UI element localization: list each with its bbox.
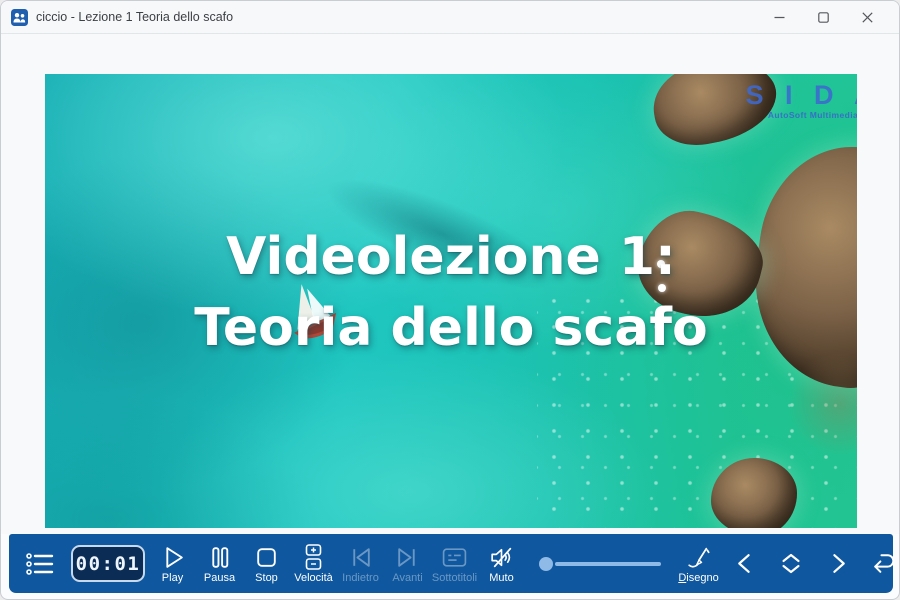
subtitles-icon	[441, 544, 468, 571]
expand-collapse-button[interactable]	[768, 550, 814, 577]
forward-button[interactable]: Avanti	[384, 542, 431, 586]
content-area: S I D A AutoSoft Multimedia Videolezione…	[1, 34, 899, 534]
back-label: Indietro	[342, 572, 379, 584]
volume-slider-handle[interactable]	[539, 557, 553, 571]
pause-label: Pausa	[204, 572, 235, 584]
close-button[interactable]	[845, 1, 889, 34]
mute-label: Muto	[489, 572, 513, 584]
play-button[interactable]: Play	[149, 542, 196, 586]
chevron-left-icon	[733, 550, 758, 577]
video-title-line1: Videolezione 1:	[45, 222, 857, 293]
video-player-surface[interactable]: S I D A AutoSoft Multimedia Videolezione…	[45, 74, 857, 528]
pause-icon	[206, 544, 233, 571]
maximize-icon	[818, 12, 829, 23]
timer-display: 00:01	[71, 545, 145, 582]
speed-button[interactable]: Velocità	[290, 541, 337, 586]
playlist-icon	[25, 551, 55, 577]
video-overlay-title: Videolezione 1: Teoria dello scafo	[45, 222, 857, 364]
sida-logo-subtext: AutoSoft Multimedia	[745, 110, 857, 120]
stop-icon	[253, 544, 280, 571]
title-bar: ciccio - Lezione 1 Teoria dello scafo	[1, 1, 899, 34]
navigation-group	[722, 550, 900, 577]
skip-next-icon	[394, 544, 421, 571]
close-icon	[862, 12, 873, 23]
speed-plus-minus-icon	[300, 543, 327, 571]
stop-label: Stop	[255, 572, 278, 584]
subtitles-button[interactable]: Sottotitoli	[431, 542, 478, 586]
pause-button[interactable]: Pausa	[196, 542, 243, 586]
back-button[interactable]: Indietro	[337, 542, 384, 586]
pen-icon	[685, 544, 712, 571]
forward-label: Avanti	[392, 572, 422, 584]
maximize-button[interactable]	[801, 1, 845, 34]
app-window: ciccio - Lezione 1 Teoria dello scafo	[0, 0, 900, 600]
volume-slider[interactable]	[539, 557, 661, 571]
users-group-icon	[11, 9, 28, 26]
playlist-button[interactable]	[21, 547, 59, 581]
sida-logo-text: S I D A	[745, 82, 857, 109]
skip-previous-icon	[347, 544, 374, 571]
speed-label: Velocità	[294, 572, 333, 584]
speaker-off-icon	[488, 544, 515, 571]
mute-button[interactable]: Muto	[478, 542, 525, 586]
subtitles-label: Sottotitoli	[432, 572, 477, 584]
return-arrow-icon	[869, 550, 898, 577]
previous-button[interactable]	[722, 550, 768, 577]
minimize-button[interactable]	[757, 1, 801, 34]
return-button[interactable]	[860, 550, 900, 577]
next-button[interactable]	[814, 550, 860, 577]
draw-button[interactable]: Disegno	[675, 542, 722, 586]
stop-button[interactable]: Stop	[243, 542, 290, 586]
window-title: ciccio - Lezione 1 Teoria dello scafo	[36, 10, 757, 24]
sida-logo: S I D A AutoSoft Multimedia	[745, 82, 857, 120]
play-icon	[159, 544, 186, 571]
chevron-up-down-icon	[778, 550, 804, 577]
play-label: Play	[162, 572, 183, 584]
video-title-line2: Teoria dello scafo	[45, 293, 857, 364]
volume-slider-track[interactable]	[555, 562, 661, 566]
minimize-icon	[774, 12, 785, 23]
rock-formation-bottom	[711, 458, 797, 528]
playback-toolbar: 00:01 Play Pausa Stop	[9, 534, 893, 593]
chevron-right-icon	[825, 550, 850, 577]
draw-label: Disegno	[678, 572, 718, 584]
